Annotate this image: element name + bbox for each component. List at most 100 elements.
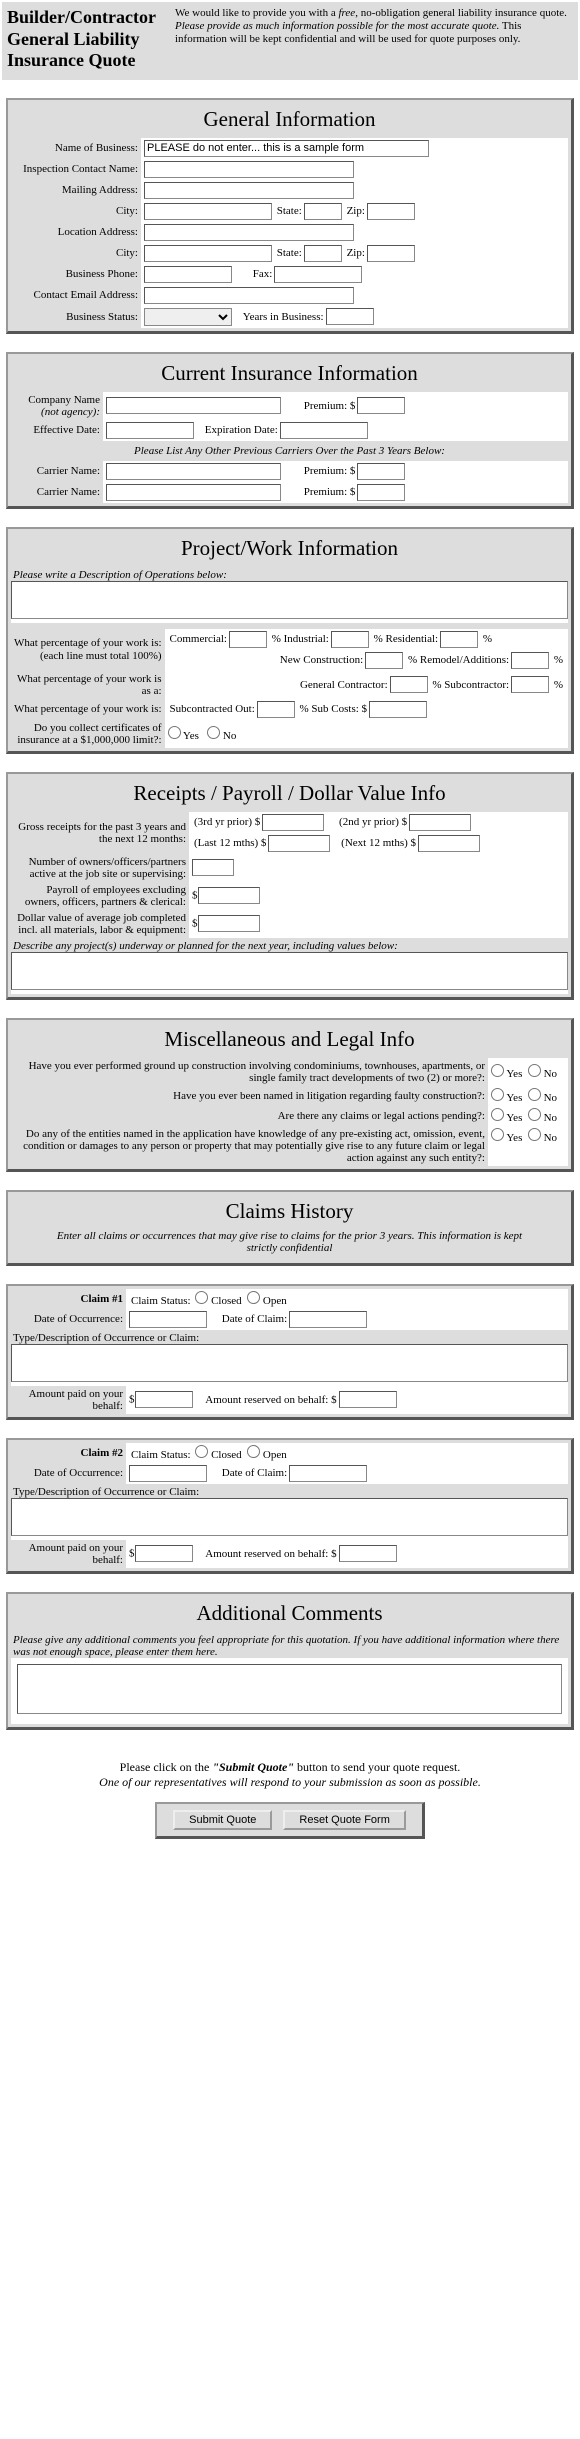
mailing-address-input[interactable] (144, 182, 354, 199)
location-address-input[interactable] (144, 224, 354, 241)
section-claim-2: Claim #2 Claim Status: Closed Open Date … (6, 1438, 574, 1574)
claim1-paid-input[interactable] (135, 1391, 193, 1408)
claim2-desc-textarea[interactable] (11, 1498, 568, 1536)
section-title: Additional Comments (11, 1597, 568, 1632)
q1-yes-radio[interactable] (491, 1064, 504, 1077)
carrier2-name-input[interactable] (106, 484, 281, 501)
section-claims-header: Claims History Enter all claims or occur… (6, 1190, 574, 1266)
q3-yes-radio[interactable] (491, 1108, 504, 1121)
claim1-open-radio[interactable] (247, 1291, 260, 1304)
mailing-zip-input[interactable] (367, 203, 415, 220)
avgjob-input[interactable] (198, 915, 260, 932)
label-desc-projects: Describe any project(s) underway or plan… (11, 938, 568, 952)
location-city-input[interactable] (144, 245, 272, 262)
cert-no-radio[interactable] (207, 726, 220, 739)
label-phone: Business Phone: (11, 264, 141, 285)
location-zip-input[interactable] (367, 245, 415, 262)
claim1-desc-textarea[interactable] (11, 1344, 568, 1382)
page-title: Builder/Contractor General Liability Ins… (7, 7, 171, 72)
gross-n12-input[interactable] (418, 835, 480, 852)
q3-no-radio[interactable] (528, 1108, 541, 1121)
gross-l12-input[interactable] (268, 835, 330, 852)
section-receipts: Receipts / Payroll / Dollar Value Info G… (6, 772, 574, 1000)
label-status: Business Status: (11, 306, 141, 328)
status-select[interactable] (144, 308, 232, 326)
section-title: General Information (11, 103, 568, 138)
claim2-paid-input[interactable] (135, 1545, 193, 1562)
claim2-open-radio[interactable] (247, 1445, 260, 1458)
label-location: Location Address: (11, 222, 141, 243)
years-input[interactable] (326, 308, 374, 325)
section-current-insurance: Current Insurance Information Company Na… (6, 352, 574, 509)
claim1-date-claim-input[interactable] (289, 1311, 367, 1328)
owners-input[interactable] (192, 859, 234, 876)
premium-input[interactable] (357, 397, 405, 414)
carrier1-name-input[interactable] (106, 463, 281, 480)
cert-yes-radio[interactable] (168, 726, 181, 739)
email-input[interactable] (144, 287, 354, 304)
q4-no-radio[interactable] (528, 1128, 541, 1141)
q2-no-radio[interactable] (528, 1088, 541, 1101)
location-state-input[interactable] (304, 245, 342, 262)
label-mailing: Mailing Address: (11, 180, 141, 201)
newconst-pct-input[interactable] (365, 652, 403, 669)
label-contact: Inspection Contact Name: (11, 159, 141, 180)
section-subtitle: Enter all claims or occurrences that may… (11, 1230, 568, 1260)
mailing-city-input[interactable] (144, 203, 272, 220)
business-name-input[interactable] (144, 140, 429, 157)
residential-pct-input[interactable] (440, 631, 478, 648)
gross-y2-input[interactable] (409, 814, 471, 831)
carrier1-premium-input[interactable] (357, 463, 405, 480)
claim2-closed-radio[interactable] (195, 1445, 208, 1458)
subcosts-input[interactable] (369, 701, 427, 718)
claim2-date-claim-input[interactable] (289, 1465, 367, 1482)
company-name-input[interactable] (106, 397, 281, 414)
additional-comments-textarea[interactable] (17, 1664, 562, 1714)
gencon-pct-input[interactable] (390, 676, 428, 693)
section-misc-legal: Miscellaneous and Legal Info Have you ev… (6, 1018, 574, 1172)
section-title: Claims History (11, 1195, 568, 1230)
additional-sub: Please give any additional comments you … (11, 1632, 568, 1658)
mailing-state-input[interactable] (304, 203, 342, 220)
page-header: Builder/Contractor General Liability Ins… (2, 2, 578, 80)
section-title: Project/Work Information (11, 532, 568, 567)
q2-yes-radio[interactable] (491, 1088, 504, 1101)
carrier2-premium-input[interactable] (357, 484, 405, 501)
contact-name-input[interactable] (144, 161, 354, 178)
label-city: City: (11, 201, 141, 222)
claim2-date-occ-input[interactable] (129, 1465, 207, 1482)
reset-button[interactable]: Reset Quote Form (283, 1810, 405, 1830)
label-claim2-type: Type/Description of Occurrence or Claim: (11, 1484, 568, 1498)
section-title: Receipts / Payroll / Dollar Value Info (11, 777, 568, 812)
commercial-pct-input[interactable] (229, 631, 267, 648)
fax-input[interactable] (274, 266, 362, 283)
q4-yes-radio[interactable] (491, 1128, 504, 1141)
remodel-pct-input[interactable] (511, 652, 549, 669)
claim1-title: Claim #1 (11, 1289, 126, 1309)
phone-input[interactable] (144, 266, 232, 283)
q1-no-radio[interactable] (528, 1064, 541, 1077)
subout-pct-input[interactable] (257, 701, 295, 718)
industrial-pct-input[interactable] (331, 631, 369, 648)
previous-carriers-header: Please List Any Other Previous Carriers … (11, 441, 568, 461)
effective-date-input[interactable] (106, 422, 194, 439)
label-email: Contact Email Address: (11, 285, 141, 306)
payroll-input[interactable] (198, 887, 260, 904)
claim2-title: Claim #2 (11, 1443, 126, 1463)
claim1-closed-radio[interactable] (195, 1291, 208, 1304)
intro-text: We would like to provide you with a free… (171, 7, 573, 72)
label-business-name: Name of Business: (11, 138, 141, 159)
label-operations-desc: Please write a Description of Operations… (11, 567, 568, 581)
label-claim1-type: Type/Description of Occurrence or Claim: (11, 1330, 568, 1344)
expiration-date-input[interactable] (280, 422, 368, 439)
section-additional: Additional Comments Please give any addi… (6, 1592, 574, 1730)
submit-button[interactable]: Submit Quote (173, 1810, 272, 1830)
gross-y3-input[interactable] (262, 814, 324, 831)
projects-desc-textarea[interactable] (11, 952, 568, 990)
section-general: General Information Name of Business: In… (6, 98, 574, 334)
operations-desc-textarea[interactable] (11, 581, 568, 619)
claim2-reserved-input[interactable] (339, 1545, 397, 1562)
subcon-pct-input[interactable] (511, 676, 549, 693)
claim1-date-occ-input[interactable] (129, 1311, 207, 1328)
claim1-reserved-input[interactable] (339, 1391, 397, 1408)
